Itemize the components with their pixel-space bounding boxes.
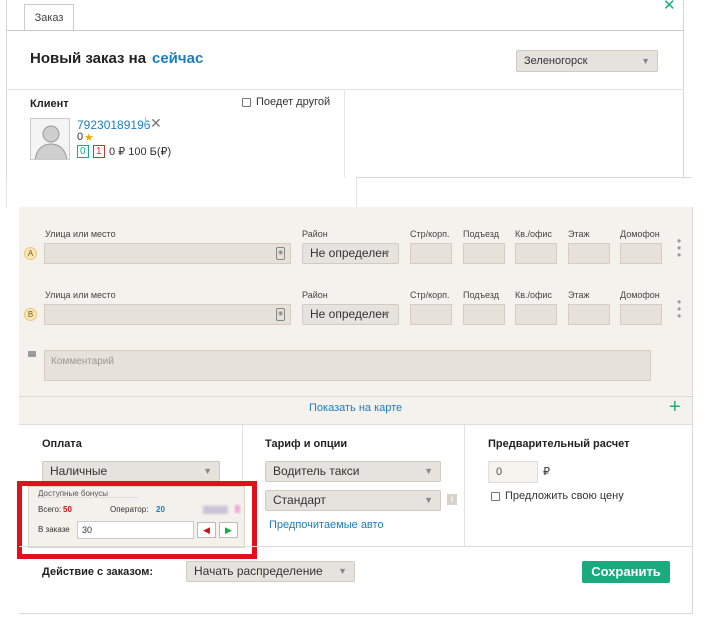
tab-underline (6, 30, 684, 31)
info-icon[interactable]: i (447, 494, 457, 505)
other-rides-checkbox[interactable] (242, 98, 251, 107)
other-rides-label: Поедет другой (256, 96, 331, 108)
street-input-b[interactable]: ◉ (44, 304, 291, 325)
tariff-select[interactable]: Стандарт ▼ (265, 490, 441, 511)
chevron-down-icon: ▼ (382, 309, 391, 319)
order-action-value: Начать распределение (194, 564, 323, 578)
clear-client-icon[interactable]: ✕ (150, 115, 162, 132)
building-input-a[interactable] (410, 243, 452, 264)
payment-title: Оплата (42, 438, 82, 450)
street-input-a[interactable]: ◉ (44, 243, 291, 264)
building-column-label: Стр/корп. (410, 229, 450, 239)
payment-method-select[interactable]: Наличные ▼ (42, 461, 220, 482)
intercom-input-a[interactable] (620, 243, 662, 264)
location-pin-icon[interactable]: ◉ (276, 308, 285, 321)
close-icon[interactable]: ✕ (663, 0, 677, 14)
street-column-label: Улица или место (45, 229, 116, 239)
divider (19, 424, 692, 425)
chevron-down-icon: ▼ (203, 466, 212, 476)
tab-order[interactable]: Заказ (24, 4, 74, 30)
orders-cancelled-badge: 1 (93, 145, 105, 158)
divider (356, 177, 692, 178)
avatar (30, 118, 70, 160)
more-options-icon[interactable]: • • • (677, 296, 681, 322)
add-point-icon[interactable]: + (669, 396, 681, 418)
divider (19, 546, 692, 547)
district-column-label: Район (302, 229, 328, 239)
order-time-link[interactable]: сейчас (152, 50, 203, 67)
chevron-down-icon: ▼ (382, 248, 391, 258)
floor-column-label: Этаж (568, 290, 590, 300)
apartment-column-label: Кв./офис (515, 290, 552, 300)
apartment-input-b[interactable] (515, 304, 557, 325)
divider (145, 117, 146, 129)
service-select[interactable]: Водитель такси ▼ (265, 461, 441, 482)
comment-input[interactable]: Комментарий (44, 350, 651, 381)
client-label: Клиент (30, 98, 69, 110)
divider (19, 396, 692, 397)
orders-done-badge: 0 (77, 145, 89, 158)
district-select-a-value: Не определен (310, 246, 389, 260)
show-on-map-link[interactable]: Показать на карте (309, 402, 402, 414)
payment-method-value: Наличные (50, 464, 108, 478)
entrance-input-b[interactable] (463, 304, 505, 325)
city-select[interactable]: Зеленогорск ▼ (516, 50, 658, 72)
divider (6, 178, 7, 208)
entrance-input-a[interactable] (463, 243, 505, 264)
save-button[interactable]: Сохранить (582, 561, 670, 583)
divider (464, 425, 465, 546)
estimate-input[interactable]: 0 (488, 461, 538, 483)
entrance-column-label: Подъезд (463, 229, 499, 239)
street-column-label: Улица или место (45, 290, 116, 300)
client-rating: 0 (77, 131, 84, 143)
estimate-title: Предварительный расчет (488, 438, 630, 450)
preferred-cars-link[interactable]: Предпочитаемые авто (269, 519, 384, 531)
floor-input-b[interactable] (568, 304, 610, 325)
highlight-frame (17, 481, 257, 559)
point-b-marker: B (24, 308, 37, 321)
chevron-down-icon: ▼ (338, 566, 347, 576)
district-select-b-value: Не определен (310, 307, 389, 321)
comment-placeholder: Комментарий (51, 356, 114, 367)
floor-input-a[interactable] (568, 243, 610, 264)
divider (344, 91, 345, 177)
divider (6, 89, 684, 90)
tariff-select-value: Стандарт (273, 493, 326, 507)
order-action-select[interactable]: Начать распределение ▼ (186, 561, 355, 582)
offer-price-checkbox[interactable] (491, 492, 500, 501)
intercom-column-label: Домофон (620, 229, 660, 239)
service-select-value: Водитель такси (273, 464, 360, 478)
user-silhouette-icon (34, 125, 68, 159)
estimate-currency: ₽ (543, 466, 550, 478)
apartment-column-label: Кв./офис (515, 229, 552, 239)
city-select-value: Зеленогорск (524, 55, 588, 67)
chevron-down-icon: ▼ (424, 466, 433, 476)
client-balance: 0 ₽ 100 Б(₽) (109, 146, 172, 158)
offer-price-label: Предложить свою цену (505, 490, 624, 502)
star-icon: ★ (84, 132, 94, 144)
more-options-icon[interactable]: • • • (677, 235, 681, 261)
district-select-a[interactable]: Не определен ▼ (302, 243, 399, 264)
chevron-down-icon: ▼ (424, 495, 433, 505)
location-pin-icon[interactable]: ◉ (276, 247, 285, 260)
tab-order-label: Заказ (34, 11, 64, 24)
building-input-b[interactable] (410, 304, 452, 325)
divider (356, 178, 357, 208)
tariff-title: Тариф и опции (265, 438, 348, 450)
chevron-down-icon: ▼ (641, 56, 650, 66)
district-column-label: Район (302, 290, 328, 300)
client-phone-link[interactable]: 79230189196 (77, 118, 150, 132)
intercom-column-label: Домофон (620, 290, 660, 300)
order-action-label: Действие с заказом: (42, 566, 153, 578)
point-a-marker: A (24, 247, 37, 260)
entrance-column-label: Подъезд (463, 290, 499, 300)
page-title: Новый заказ на (30, 50, 147, 67)
building-column-label: Стр/корп. (410, 290, 450, 300)
apartment-input-a[interactable] (515, 243, 557, 264)
district-select-b[interactable]: Не определен ▼ (302, 304, 399, 325)
floor-column-label: Этаж (568, 229, 590, 239)
comment-icon (28, 351, 36, 357)
intercom-input-b[interactable] (620, 304, 662, 325)
